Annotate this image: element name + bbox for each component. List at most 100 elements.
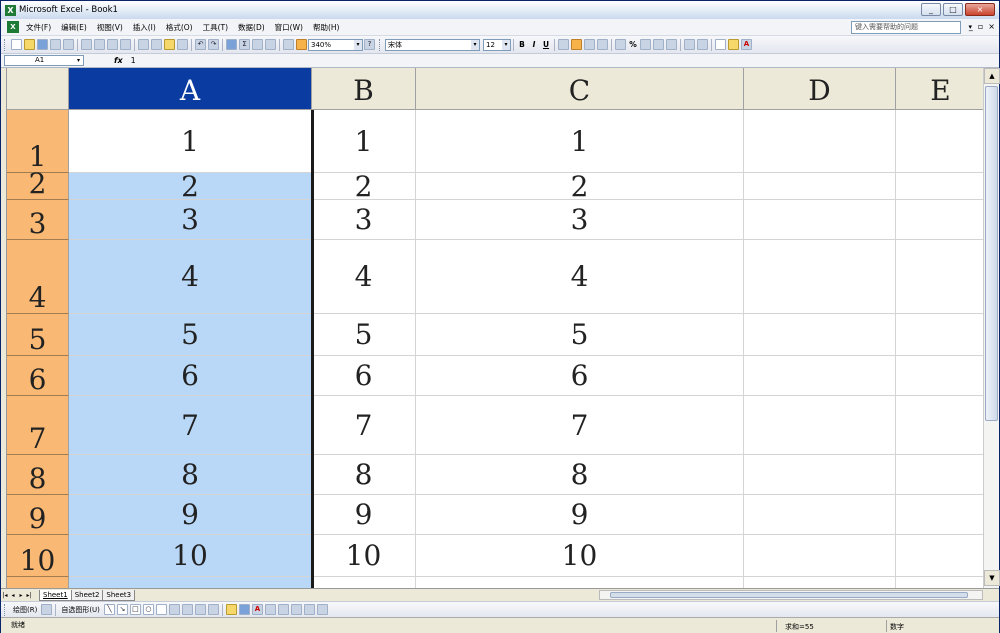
cell-d9[interactable] bbox=[744, 495, 896, 535]
tab-sheet2[interactable]: Sheet2 bbox=[70, 589, 104, 601]
align-left-icon[interactable] bbox=[558, 39, 569, 50]
cell-a3[interactable]: 3 bbox=[69, 200, 312, 240]
cell-a7[interactable]: 7 bbox=[69, 396, 312, 455]
doc-close-button[interactable]: × bbox=[988, 22, 995, 31]
scroll-down-icon[interactable]: ▼ bbox=[984, 570, 1000, 586]
cell-b2[interactable]: 2 bbox=[312, 173, 416, 200]
row-header-10[interactable]: 10 bbox=[7, 535, 69, 577]
underline-button[interactable]: U bbox=[540, 40, 552, 49]
dash-style-icon[interactable] bbox=[277, 604, 289, 615]
cell-c8[interactable]: 8 bbox=[416, 455, 744, 495]
menu-insert[interactable]: 插入(I) bbox=[128, 19, 161, 36]
cell-a6[interactable]: 6 bbox=[69, 356, 312, 396]
3d-style-icon[interactable] bbox=[316, 604, 328, 615]
menu-file[interactable]: 文件(F) bbox=[21, 19, 56, 36]
cell-e4[interactable] bbox=[896, 240, 983, 314]
print-icon[interactable] bbox=[81, 39, 92, 50]
row-header-8[interactable]: 8 bbox=[7, 455, 69, 495]
cell-d2[interactable] bbox=[744, 173, 896, 200]
permission-icon[interactable] bbox=[50, 39, 61, 50]
help-icon[interactable]: ? bbox=[364, 39, 375, 50]
row-header-11[interactable]: 11 bbox=[7, 577, 69, 588]
first-sheet-icon[interactable]: |◂ bbox=[1, 592, 9, 599]
cell-a11[interactable] bbox=[69, 577, 312, 588]
cell-b10[interactable]: 10 bbox=[312, 535, 416, 577]
arrow-style-icon[interactable] bbox=[290, 604, 302, 615]
cell-d11[interactable] bbox=[744, 577, 896, 588]
chart-wizard-icon[interactable] bbox=[283, 39, 294, 50]
increase-indent-icon[interactable] bbox=[697, 39, 708, 50]
formula-input[interactable]: 1 bbox=[131, 56, 136, 65]
shadow-style-icon[interactable] bbox=[303, 604, 315, 615]
cell-b11[interactable] bbox=[312, 577, 416, 588]
scroll-up-icon[interactable]: ▲ bbox=[984, 68, 1000, 84]
open-icon[interactable] bbox=[24, 39, 35, 50]
cell-d1[interactable] bbox=[744, 110, 896, 173]
font-select[interactable]: 宋体 ▾ bbox=[385, 38, 480, 51]
horizontal-scroll-thumb[interactable] bbox=[610, 592, 968, 598]
cell-c9[interactable]: 9 bbox=[416, 495, 744, 535]
fill-color-icon[interactable] bbox=[728, 39, 739, 50]
cell-b1[interactable]: 1 bbox=[312, 110, 416, 173]
cell-e1[interactable] bbox=[896, 110, 983, 173]
cell-c2[interactable]: 2 bbox=[416, 173, 744, 200]
fill-color-icon[interactable] bbox=[225, 604, 237, 615]
insert-function-icon[interactable]: fx bbox=[114, 56, 123, 65]
cell-a8[interactable]: 8 bbox=[69, 455, 312, 495]
font-size-select[interactable]: 12 ▾ bbox=[483, 38, 511, 51]
align-center-icon[interactable] bbox=[571, 39, 582, 50]
row-header-4[interactable]: 4 bbox=[7, 240, 69, 314]
new-icon[interactable] bbox=[11, 39, 22, 50]
font-color-icon[interactable]: A bbox=[741, 39, 752, 50]
arrow-icon[interactable]: ↘ bbox=[116, 604, 128, 615]
merge-center-icon[interactable] bbox=[597, 39, 608, 50]
row-header-2[interactable]: 2 bbox=[7, 169, 69, 200]
wordart-icon[interactable] bbox=[168, 604, 180, 615]
autosum-icon[interactable]: Σ bbox=[239, 39, 250, 50]
select-all-corner[interactable] bbox=[7, 68, 69, 110]
text-box-icon[interactable] bbox=[155, 604, 167, 615]
vertical-scrollbar[interactable]: ▲ ▼ bbox=[983, 68, 1000, 588]
draw-menu[interactable]: 绘图(R) bbox=[13, 605, 37, 615]
row-header-1[interactable]: 1 bbox=[7, 110, 69, 173]
cell-b4[interactable]: 4 bbox=[312, 240, 416, 314]
percent-button[interactable]: % bbox=[627, 40, 639, 49]
cell-d5[interactable] bbox=[744, 314, 896, 356]
zoom-select[interactable]: 340% ▾ bbox=[308, 38, 363, 51]
oval-icon[interactable]: ○ bbox=[142, 604, 154, 615]
cell-c11[interactable] bbox=[416, 577, 744, 588]
row-header-5[interactable]: 5 bbox=[7, 314, 69, 356]
cell-e7[interactable] bbox=[896, 396, 983, 455]
line-style-icon[interactable] bbox=[264, 604, 276, 615]
save-icon[interactable] bbox=[37, 39, 48, 50]
cell-b7[interactable]: 7 bbox=[312, 396, 416, 455]
cell-e9[interactable] bbox=[896, 495, 983, 535]
cell-c10[interactable]: 10 bbox=[416, 535, 744, 577]
font-color-icon[interactable]: A bbox=[251, 604, 263, 615]
menu-help[interactable]: 帮助(H) bbox=[308, 19, 345, 36]
diagram-icon[interactable] bbox=[181, 604, 193, 615]
menu-view[interactable]: 视图(V) bbox=[92, 19, 128, 36]
minimize-button[interactable]: _ bbox=[921, 3, 941, 16]
decrease-indent-icon[interactable] bbox=[684, 39, 695, 50]
cell-d10[interactable] bbox=[744, 535, 896, 577]
row-header-6[interactable]: 6 bbox=[7, 356, 69, 396]
toolbar-grip[interactable] bbox=[4, 38, 7, 51]
cell-a1[interactable]: 1 bbox=[69, 110, 312, 173]
autoshapes-menu[interactable]: 自选图形(U) bbox=[61, 605, 100, 615]
column-header-b[interactable]: B bbox=[312, 68, 416, 110]
prev-sheet-icon[interactable]: ◂ bbox=[9, 592, 17, 599]
column-header-c[interactable]: C bbox=[416, 68, 744, 110]
print-preview-icon[interactable] bbox=[94, 39, 105, 50]
tab-sheet1[interactable]: Sheet1 bbox=[39, 589, 72, 601]
borders-icon[interactable] bbox=[715, 39, 726, 50]
cell-a2[interactable]: 2 bbox=[69, 173, 312, 200]
spelling-icon[interactable] bbox=[107, 39, 118, 50]
maximize-button[interactable]: □ bbox=[943, 3, 963, 16]
cell-b8[interactable]: 8 bbox=[312, 455, 416, 495]
menu-window[interactable]: 窗口(W) bbox=[270, 19, 308, 36]
cell-a10[interactable]: 10 bbox=[69, 535, 312, 577]
decrease-decimal-icon[interactable] bbox=[666, 39, 677, 50]
research-icon[interactable] bbox=[120, 39, 131, 50]
sort-ascending-icon[interactable] bbox=[252, 39, 263, 50]
